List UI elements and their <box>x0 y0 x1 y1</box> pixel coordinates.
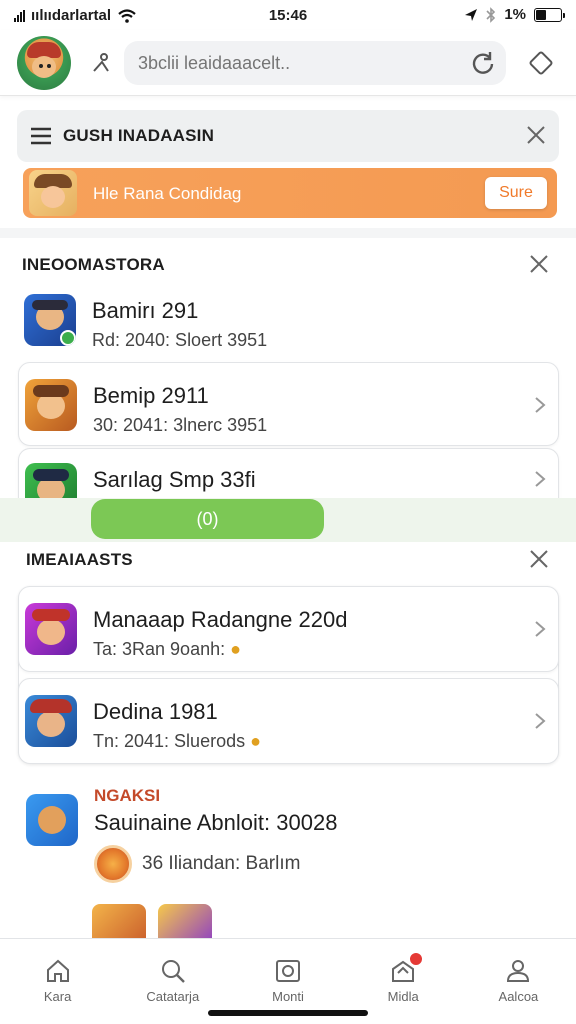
item-subtitle-text: Tn: 2041: Sluerods <box>93 731 246 751</box>
search-input[interactable] <box>138 52 438 74</box>
game-thumbnail <box>24 294 76 346</box>
home-icon <box>46 959 69 982</box>
promo-text: Hle Rana Condidag <box>93 184 242 203</box>
person-icon[interactable] <box>88 50 114 76</box>
item-subtitle: Rd: 2040: Sloert 3951 <box>92 330 268 350</box>
money-bag-icon: ● <box>250 731 261 751</box>
close-icon[interactable] <box>525 124 547 146</box>
promo-avatar <box>29 170 77 216</box>
hamburger-icon[interactable] <box>29 124 53 148</box>
item-title: Sarılag Smp 33fi <box>93 467 256 492</box>
tab-label: Midla <box>387 989 419 1004</box>
home-indicator <box>208 1010 368 1016</box>
promo-banner[interactable]: Hle Rana Condidag Sure <box>23 168 557 218</box>
section-title: INEOOMASTORA <box>22 255 165 274</box>
news-title[interactable]: Sauinaine Abnloit: 30028 <box>94 810 337 836</box>
list-item[interactable]: Manaaap Radangne 220d Ta: 3Ran 9oanh: ● <box>18 586 559 672</box>
item-title: Bemip 2911 <box>93 383 209 408</box>
news-meta: 36 Iliandan: Barlım <box>94 844 300 884</box>
notification-badge <box>407 951 424 967</box>
toast-button[interactable]: (0) <box>91 499 324 539</box>
promo-button[interactable]: Sure <box>485 177 547 209</box>
game-thumbnail <box>25 379 77 431</box>
game-thumbnail <box>25 603 77 655</box>
diamond-icon[interactable] <box>528 50 554 76</box>
tab-label: Aalcoa <box>498 989 539 1004</box>
search-bar[interactable] <box>124 41 506 85</box>
item-title: Manaaap Radangne 220d <box>93 607 348 632</box>
avatar[interactable] <box>17 36 71 90</box>
news-meta-text: 36 Iliandan: Barlım <box>142 853 301 874</box>
section-title: IMEAIAASTS <box>26 550 133 569</box>
top-header <box>0 30 576 96</box>
coin-icon <box>94 845 132 883</box>
item-title: Bamirı 291 <box>92 298 199 323</box>
list-item[interactable]: Dedina 1981 Tn: 2041: Sluerods ● <box>18 678 559 764</box>
close-icon[interactable] <box>528 253 550 275</box>
profile-icon <box>507 960 530 982</box>
list-item[interactable]: Bamirı 291 Rd: 2040: Sloert 3951 <box>18 278 559 362</box>
status-right: 1% <box>464 6 565 23</box>
location-icon <box>465 8 478 21</box>
section-divider <box>0 228 576 238</box>
money-bag-icon: ● <box>230 639 241 659</box>
close-icon[interactable] <box>528 548 550 570</box>
chevron-right-icon <box>535 471 546 487</box>
banner-title: GUSH INADAASIN <box>63 126 215 145</box>
chevron-right-icon <box>535 621 546 637</box>
item-subtitle-text: Ta: 3Ran 9oanh: <box>93 639 226 659</box>
news-thumbnail[interactable] <box>26 794 78 846</box>
status-bar: ıılııdarlartal 15:46 1% <box>0 0 576 30</box>
tab-label: Catatarja <box>146 989 200 1004</box>
item-title: Dedina 1981 <box>93 699 218 724</box>
menu-banner: GUSH INADAASIN <box>17 110 559 162</box>
battery-icon <box>534 7 565 22</box>
news-tag: NGAKSI <box>94 786 161 805</box>
camera-icon <box>276 960 300 982</box>
item-subtitle: Ta: 3Ran 9oanh: ● <box>93 639 241 660</box>
item-subtitle: 30: 2041: 3lnerc 3951 <box>93 415 268 435</box>
tab-label: Kara <box>43 989 72 1004</box>
chevron-right-icon <box>535 397 546 413</box>
search-icon <box>161 960 185 983</box>
tab-profile[interactable]: Aalcoa <box>461 939 576 1024</box>
item-subtitle: Tn: 2041: Sluerods ● <box>93 731 261 752</box>
tab-label: Monti <box>272 989 304 1004</box>
game-thumbnail <box>25 695 77 747</box>
tab-home[interactable]: Kara <box>0 939 115 1024</box>
app-screen: ıılııdarlartal 15:46 1% GUSH INADAASIN <box>0 0 576 1024</box>
battery-percent: 1% <box>504 6 526 23</box>
chevron-right-icon <box>535 713 546 729</box>
bluetooth-icon <box>486 6 496 23</box>
refresh-icon[interactable] <box>470 50 496 76</box>
list-item[interactable]: Bemip 2911 30: 2041: 3lnerc 3951 <box>18 362 559 446</box>
